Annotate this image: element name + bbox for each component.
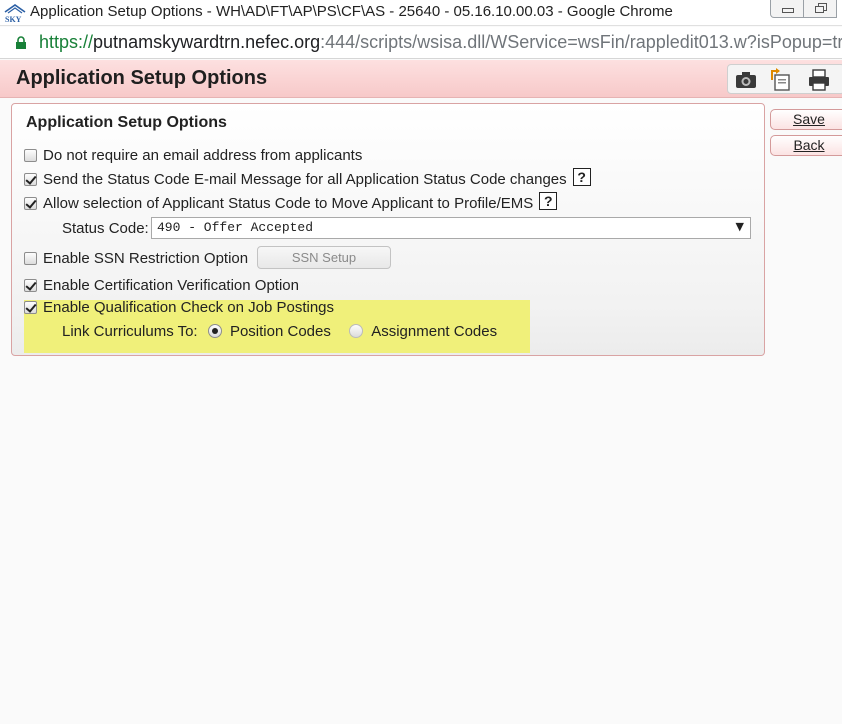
option-label: Enable Certification Verification Option	[43, 277, 299, 294]
lock-icon	[16, 36, 26, 49]
radio-label-assignment-codes: Assignment Codes	[371, 323, 498, 340]
status-code-select[interactable]: 490 - Offer Accepted ▼	[151, 217, 751, 239]
option-qualification-check: Enable Qualification Check on Job Postin…	[24, 299, 334, 316]
option-allow-status-selection: Allow selection of Applicant Status Code…	[24, 192, 558, 212]
radio-label-position-codes: Position Codes	[229, 323, 331, 340]
page-header: Application Setup Options	[0, 60, 842, 98]
export-icon[interactable]	[769, 68, 793, 92]
status-code-label: Status Code:	[62, 220, 149, 237]
save-button[interactable]: Save	[770, 109, 842, 130]
checkbox-no-email-required[interactable]	[24, 149, 37, 162]
option-label: Enable Qualification Check on Job Postin…	[43, 299, 335, 316]
link-curriculums-label: Link Curriculums To:	[62, 323, 198, 340]
option-certification-verification: Enable Certification Verification Option	[24, 277, 299, 294]
setup-options-panel: Application Setup Options Do not require…	[11, 103, 765, 356]
window-title: Application Setup Options - WH\AD\FT\AP\…	[30, 3, 673, 20]
url-scheme: https://	[39, 32, 94, 52]
checkbox-qualification-check[interactable]	[24, 301, 37, 314]
restore-icon	[815, 6, 824, 13]
option-label: Do not require an email address from app…	[43, 147, 363, 164]
url-path: :444/scripts/wsisa.dll/WService=wsFin/ra…	[320, 32, 842, 52]
option-send-status-email: Send the Status Code E-mail Message for …	[24, 168, 591, 188]
minimize-icon	[782, 8, 794, 13]
ssn-setup-button[interactable]: SSN Setup	[257, 246, 391, 269]
help-icon[interactable]: ?	[539, 192, 558, 210]
option-label: Enable SSN Restriction Option	[43, 250, 249, 267]
skyward-logo-icon: SKY	[4, 4, 26, 24]
minimize-button[interactable]	[770, 0, 804, 18]
checkbox-certification-verification[interactable]	[24, 279, 37, 292]
header-toolbar	[727, 64, 842, 94]
link-curriculums-row: Link Curriculums To: Position Codes Assi…	[62, 323, 497, 340]
option-no-email-required: Do not require an email address from app…	[24, 147, 362, 164]
checkbox-send-status-email[interactable]	[24, 173, 37, 186]
camera-icon[interactable]	[734, 68, 758, 92]
checkbox-allow-status-selection[interactable]	[24, 197, 37, 210]
back-button[interactable]: Back	[770, 135, 842, 156]
address-bar[interactable]: https://putnamskywardtrn.nefec.org:444/s…	[0, 27, 842, 59]
option-label: Send the Status Code E-mail Message for …	[43, 171, 567, 188]
url-host: putnamskywardtrn.nefec.org	[93, 32, 321, 52]
option-label: Allow selection of Applicant Status Code…	[43, 195, 534, 212]
option-ssn-restriction: Enable SSN Restriction Option	[24, 250, 248, 267]
radio-assignment-codes[interactable]	[349, 324, 364, 338]
page-title: Application Setup Options	[16, 67, 268, 89]
radio-position-codes[interactable]	[207, 324, 222, 338]
checkbox-ssn-restriction[interactable]	[24, 252, 37, 265]
print-icon[interactable]	[807, 68, 831, 92]
dropdown-arrow-icon: ▼	[735, 220, 744, 233]
restore-button[interactable]	[803, 0, 837, 18]
svg-text:SKY: SKY	[5, 15, 22, 24]
window-titlebar: SKY Application Setup Options - WH\AD\FT…	[0, 0, 842, 26]
panel-title: Application Setup Options	[26, 114, 227, 131]
url-text[interactable]: https://putnamskywardtrn.nefec.org:444/s…	[39, 32, 842, 53]
help-icon[interactable]: ?	[572, 168, 591, 186]
status-code-value: 490 - Offer Accepted	[157, 220, 314, 235]
